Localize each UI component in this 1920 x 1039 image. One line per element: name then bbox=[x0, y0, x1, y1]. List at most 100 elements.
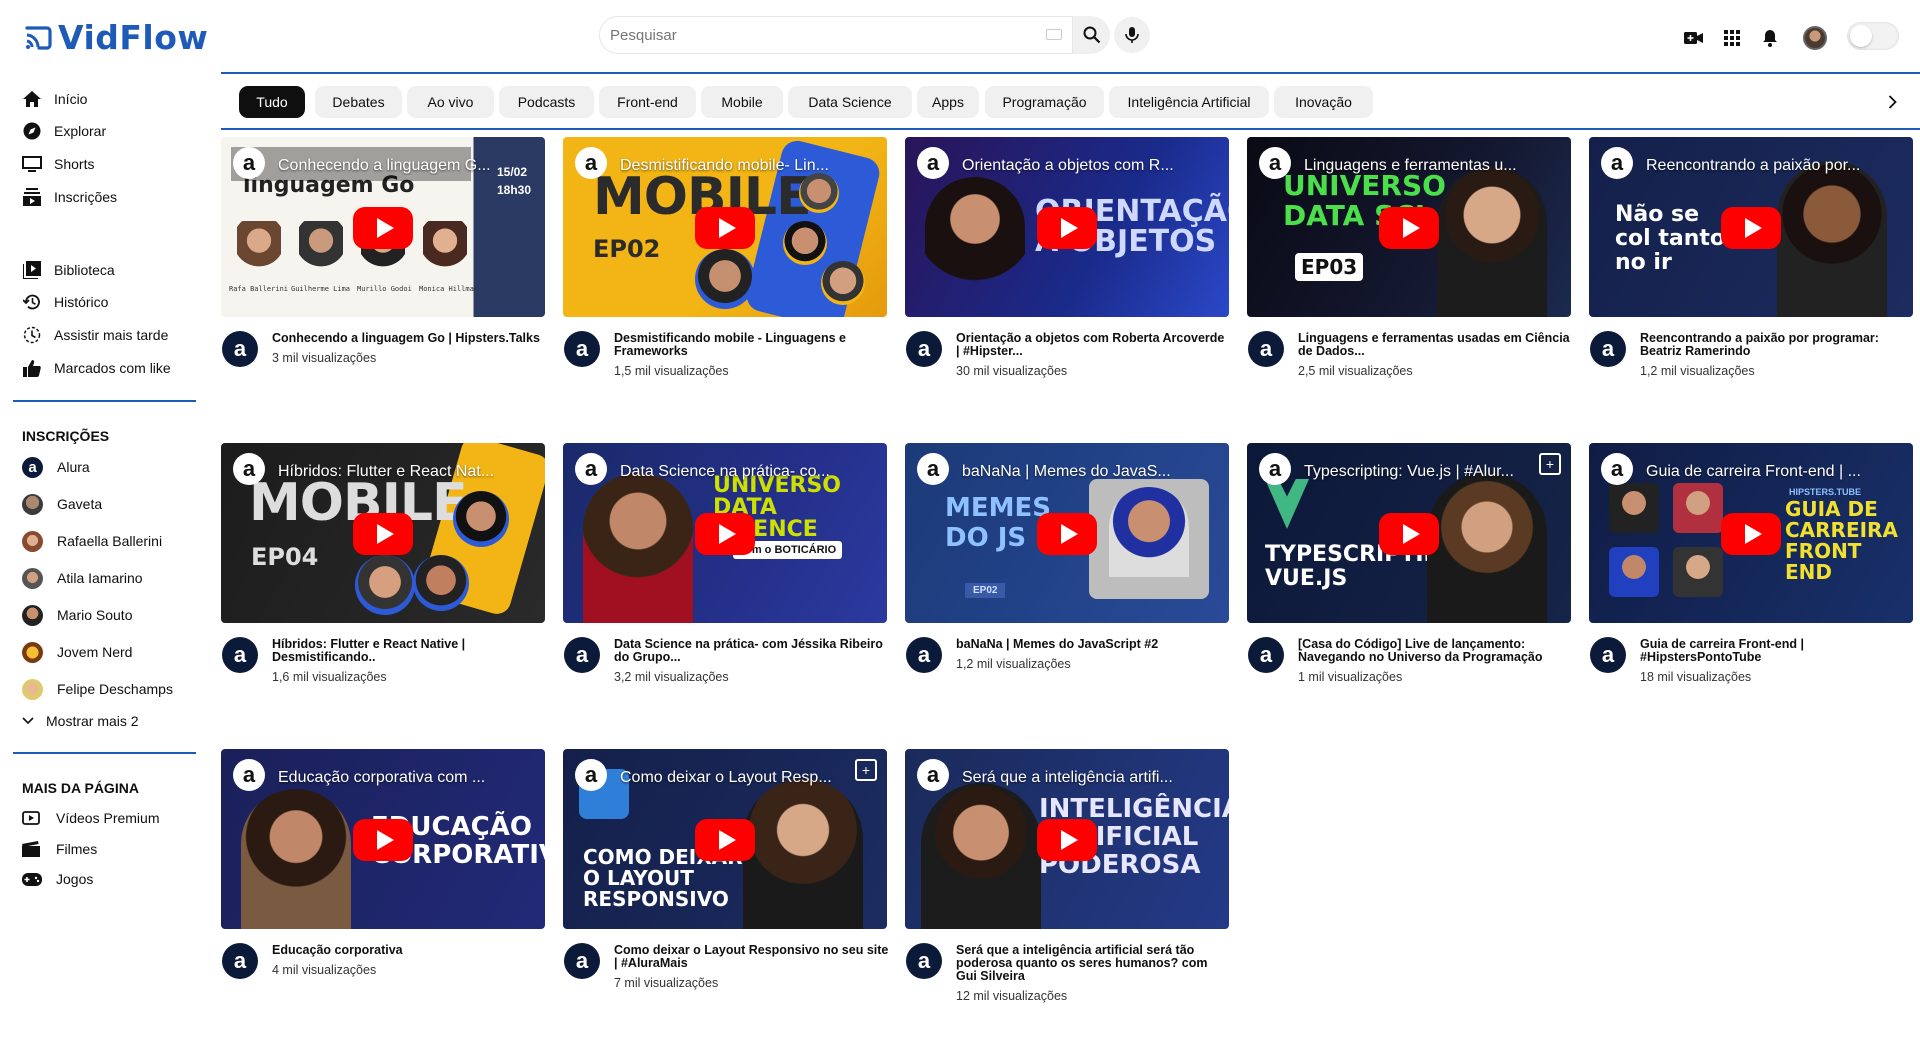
video-card[interactable]: TYPESCRIPTING: VUE.JS a Typescripting: V… bbox=[1247, 443, 1571, 684]
video-title[interactable]: Reencontrando a paixão por programar: Be… bbox=[1640, 332, 1915, 358]
video-title[interactable]: baNaNa | Memes do JavaScript #2 bbox=[956, 638, 1231, 651]
user-avatar[interactable] bbox=[1803, 26, 1827, 50]
video-thumbnail[interactable]: MOBILE EP02 a Desmistificando mobile- Li… bbox=[563, 137, 887, 317]
chip-mobile[interactable]: Mobile bbox=[701, 86, 783, 118]
video-card[interactable]: UNIVERSO DATA SCI EP03 a Linguagens e fe… bbox=[1247, 137, 1571, 378]
chip-podcasts[interactable]: Podcasts bbox=[499, 86, 594, 118]
video-title[interactable]: Guia de carreira Front-end | #HipstersPo… bbox=[1640, 638, 1915, 664]
video-thumbnail[interactable]: Não se col tanto no ir a Reencontrando a… bbox=[1589, 137, 1913, 317]
sidebar-item-inicio[interactable]: Início bbox=[22, 88, 87, 110]
chip-inovacao[interactable]: Inovação bbox=[1274, 86, 1373, 118]
video-thumbnail[interactable]: EDUCAÇÃO CORPORATIVA a Educação corporat… bbox=[221, 749, 545, 929]
channel-avatar[interactable]: a bbox=[222, 331, 258, 367]
video-thumbnail[interactable]: INTELIGÊNCIA ARTIFICIAL PODEROSA a Será … bbox=[905, 749, 1229, 929]
video-title[interactable]: Conhecendo a linguagem Go | Hipsters.Tal… bbox=[272, 332, 547, 345]
subscription-alura[interactable]: a Alura bbox=[22, 456, 90, 478]
chip-debates[interactable]: Debates bbox=[315, 86, 402, 118]
add-to-queue-icon[interactable]: + bbox=[1539, 453, 1561, 475]
play-button[interactable] bbox=[1037, 819, 1097, 861]
subscription-atila-iamarino[interactable]: Atila Iamarino bbox=[22, 567, 143, 589]
app-logo[interactable]: VidFlow bbox=[24, 18, 208, 57]
sidebar-item-inscricoes[interactable]: Inscrições bbox=[22, 186, 117, 208]
channel-avatar[interactable]: a bbox=[564, 637, 600, 673]
video-title[interactable]: Data Science na prática- com Jéssika Rib… bbox=[614, 638, 889, 664]
create-video-icon[interactable] bbox=[1683, 27, 1705, 49]
video-thumbnail[interactable]: TYPESCRIPTING: VUE.JS a Typescripting: V… bbox=[1247, 443, 1571, 623]
video-card[interactable]: MEMES DO JS EP02 a baNaNa | Memes do Jav… bbox=[905, 443, 1229, 673]
video-card[interactable]: INTELIGÊNCIA ARTIFICIAL PODEROSA a Será … bbox=[905, 749, 1229, 1003]
play-button[interactable] bbox=[695, 819, 755, 861]
video-thumbnail[interactable]: COMO DEIXAR O LAYOUT RESPONSIVO a Como d… bbox=[563, 749, 887, 929]
play-button[interactable] bbox=[695, 513, 755, 555]
sidebar-item-marcados-com-like[interactable]: Marcados com like bbox=[22, 357, 171, 379]
sidebar-item-biblioteca[interactable]: Biblioteca bbox=[22, 259, 115, 281]
video-title[interactable]: Orientação a objetos com Roberta Arcover… bbox=[956, 332, 1231, 358]
video-thumbnail[interactable]: UNIVERSO DATA SCIENCE com o BOTICÁRIO a … bbox=[563, 443, 887, 623]
video-title[interactable]: Linguagens e ferramentas usadas em Ciênc… bbox=[1298, 332, 1573, 358]
subscription-felipe-deschamps[interactable]: Felipe Deschamps bbox=[22, 678, 173, 700]
notifications-bell-icon[interactable] bbox=[1759, 27, 1781, 49]
sidebar-item-jogos[interactable]: Jogos bbox=[22, 868, 93, 890]
add-to-queue-icon[interactable]: + bbox=[855, 759, 877, 781]
video-thumbnail[interactable]: MOBILE EP04 a Híbridos: Flutter e React … bbox=[221, 443, 545, 623]
subscription-rafaella-ballerini[interactable]: Rafaella Ballerini bbox=[22, 530, 162, 552]
chip-data-science[interactable]: Data Science bbox=[788, 86, 912, 118]
channel-avatar[interactable]: a bbox=[1248, 331, 1284, 367]
video-title[interactable]: Será que a inteligência artificial será … bbox=[956, 944, 1231, 983]
video-card[interactable]: MOBILE EP02 a Desmistificando mobile- Li… bbox=[563, 137, 887, 378]
play-button[interactable] bbox=[695, 207, 755, 249]
chip-ao-vivo[interactable]: Ao vivo bbox=[407, 86, 494, 118]
apps-grid-icon[interactable] bbox=[1721, 27, 1743, 49]
video-card[interactable]: linguagem Go 15/02 18h30 Rafa Ballerini … bbox=[221, 137, 545, 367]
sidebar-item-videos-premium[interactable]: Vídeos Premium bbox=[22, 807, 159, 829]
video-card[interactable]: MOBILE EP04 a Híbridos: Flutter e React … bbox=[221, 443, 545, 684]
chip-apps[interactable]: Apps bbox=[917, 86, 979, 118]
chips-next-button[interactable] bbox=[1880, 90, 1904, 114]
chip-front-end[interactable]: Front-end bbox=[599, 86, 696, 118]
sidebar-item-assistir-mais-tarde[interactable]: Assistir mais tarde bbox=[22, 324, 168, 346]
video-thumbnail[interactable]: MEMES DO JS EP02 a baNaNa | Memes do Jav… bbox=[905, 443, 1229, 623]
play-button[interactable] bbox=[1037, 207, 1097, 249]
video-title[interactable]: Educação corporativa bbox=[272, 944, 547, 957]
play-button[interactable] bbox=[353, 819, 413, 861]
video-thumbnail[interactable]: HIPSTERS.TUBE GUIA DE CARREIRA FRONT END… bbox=[1589, 443, 1913, 623]
video-card[interactable]: Não se col tanto no ir a Reencontrando a… bbox=[1589, 137, 1913, 378]
play-button[interactable] bbox=[1721, 513, 1781, 555]
keyboard-icon[interactable] bbox=[1046, 29, 1062, 40]
sidebar-item-filmes[interactable]: Filmes bbox=[22, 838, 97, 860]
channel-avatar[interactable]: a bbox=[906, 943, 942, 979]
video-card[interactable]: EDUCAÇÃO CORPORATIVA a Educação corporat… bbox=[221, 749, 545, 979]
channel-avatar[interactable]: a bbox=[564, 943, 600, 979]
play-button[interactable] bbox=[1721, 207, 1781, 249]
play-button[interactable] bbox=[1037, 513, 1097, 555]
video-card[interactable]: ORIENTAÇÃO A OBJETOS a Orientação a obje… bbox=[905, 137, 1229, 378]
channel-avatar[interactable]: a bbox=[564, 331, 600, 367]
subscription-mario-souto[interactable]: Mario Souto bbox=[22, 604, 132, 626]
channel-avatar[interactable]: a bbox=[222, 943, 258, 979]
sidebar-item-shorts[interactable]: Shorts bbox=[22, 153, 94, 175]
subscription-jovem-nerd[interactable]: Jovem Nerd bbox=[22, 641, 132, 663]
video-thumbnail[interactable]: ORIENTAÇÃO A OBJETOS a Orientação a obje… bbox=[905, 137, 1229, 317]
video-title[interactable]: [Casa do Código] Live de lançamento: Nav… bbox=[1298, 638, 1573, 664]
video-card[interactable]: COMO DEIXAR O LAYOUT RESPONSIVO a Como d… bbox=[563, 749, 888, 990]
channel-avatar[interactable]: a bbox=[222, 637, 258, 673]
voice-search-button[interactable] bbox=[1114, 17, 1150, 53]
chip-programacao[interactable]: Programação bbox=[985, 86, 1104, 118]
channel-avatar[interactable]: a bbox=[1590, 637, 1626, 673]
play-button[interactable] bbox=[1379, 207, 1439, 249]
play-button[interactable] bbox=[353, 513, 413, 555]
channel-avatar[interactable]: a bbox=[906, 331, 942, 367]
channel-avatar[interactable]: a bbox=[1590, 331, 1626, 367]
video-thumbnail[interactable]: UNIVERSO DATA SCI EP03 a Linguagens e fe… bbox=[1247, 137, 1571, 317]
search-input[interactable] bbox=[610, 26, 1030, 44]
video-title[interactable]: Híbridos: Flutter e React Native | Desmi… bbox=[272, 638, 547, 664]
subscription-gaveta[interactable]: Gaveta bbox=[22, 493, 102, 515]
video-card[interactable]: HIPSTERS.TUBE GUIA DE CARREIRA FRONT END… bbox=[1589, 443, 1913, 684]
video-title[interactable]: Desmistificando mobile - Linguagens e Fr… bbox=[614, 332, 889, 358]
chip-inteligencia-artificial[interactable]: Inteligência Artificial bbox=[1109, 86, 1269, 118]
sidebar-item-explorar[interactable]: Explorar bbox=[22, 120, 106, 142]
chip-tudo[interactable]: Tudo bbox=[239, 86, 305, 118]
channel-avatar[interactable]: a bbox=[906, 637, 942, 673]
show-more-subscriptions[interactable]: Mostrar mais 2 bbox=[22, 710, 139, 732]
play-button[interactable] bbox=[1379, 513, 1439, 555]
